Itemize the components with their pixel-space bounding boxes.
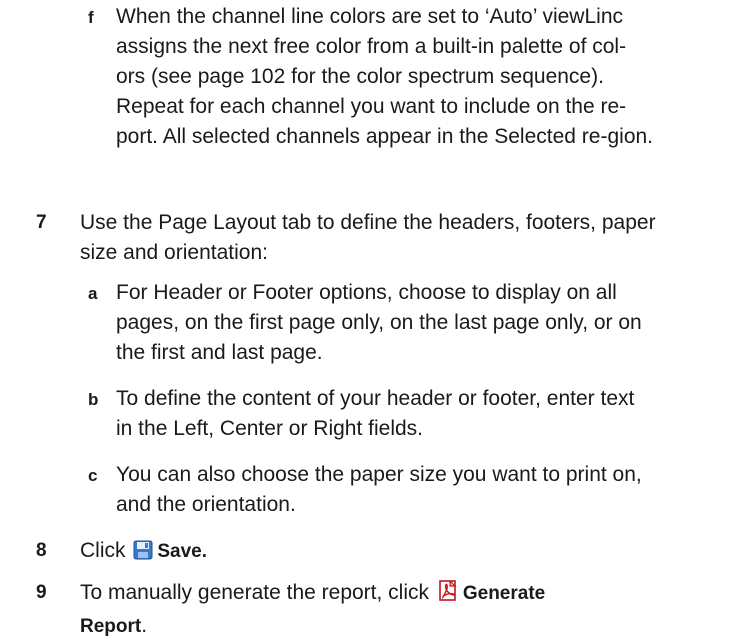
substep-letter: b xyxy=(88,390,99,409)
substep-text: When the channel line colors are set to … xyxy=(116,5,654,148)
substep-letter: a xyxy=(88,284,98,303)
substep-f: f When the channel line colors are set t… xyxy=(88,2,653,182)
generate-report-label-2: Report xyxy=(80,616,142,637)
substep-letter: f xyxy=(88,8,94,27)
substep-text: For Header or Footer options, choose to … xyxy=(116,281,642,364)
step-text: To manually generate the report, click G… xyxy=(80,578,700,642)
step-number: 9 xyxy=(36,582,47,603)
generate-report-label: Generate xyxy=(462,583,546,604)
step-prefix: Click xyxy=(80,539,126,562)
substep-c: c You can also choose the paper size you… xyxy=(88,460,648,520)
substep-letter: c xyxy=(88,466,98,485)
step-text: Use the Page Layout tab to define the he… xyxy=(80,211,656,264)
step-number: 7 xyxy=(36,212,47,233)
step-text: Click Save. xyxy=(80,536,700,569)
save-icon xyxy=(133,539,153,569)
step-9: 9 To manually generate the report, click… xyxy=(36,578,696,638)
step-8: 8 Click Save. xyxy=(36,536,696,566)
substep-b: b To define the content of your header o… xyxy=(88,384,648,444)
substep-a: a For Header or Footer options, choose t… xyxy=(88,278,648,368)
substep-text: To define the content of your header or … xyxy=(116,387,635,440)
document-page: f When the channel line colors are set t… xyxy=(0,0,730,637)
substep-text: You can also choose the paper size you w… xyxy=(116,463,642,516)
step-7: 7 Use the Page Layout tab to define the … xyxy=(36,208,696,268)
pdf-icon xyxy=(437,580,459,611)
step-prefix: To manually generate the report, click xyxy=(80,581,430,604)
step-suffix: . xyxy=(141,614,148,637)
save-button-label: Save. xyxy=(157,541,207,562)
step-number: 8 xyxy=(36,540,47,561)
